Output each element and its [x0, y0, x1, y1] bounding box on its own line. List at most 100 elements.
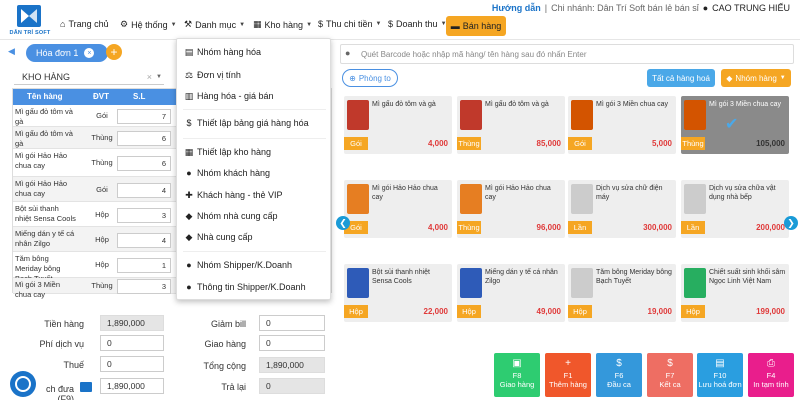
nav-label: Trang chủ [68, 19, 109, 29]
add-bill-button[interactable]: + [106, 44, 122, 60]
chevron-down-icon: ▼ [156, 73, 162, 80]
nav-system[interactable]: ⚙ Hệ thống ▼ [120, 19, 177, 30]
menu-item[interactable]: ● Nhóm Shipper/K.Doanh [177, 255, 332, 275]
product-price: 49,000 [536, 307, 561, 316]
nav-home[interactable]: ⌂ Trang chủ [60, 19, 109, 29]
grid-prev-icon[interactable]: ❮ [336, 216, 350, 230]
menu-item[interactable]: ◆ Nhà cung cấp [177, 227, 332, 247]
func-label: Thêm hàng [549, 380, 587, 389]
subtotal-label: Tiền hàng [44, 319, 84, 329]
cart-icon: ▬ [450, 21, 460, 31]
all-products-button[interactable]: Tất cả hàng hoá [647, 69, 715, 87]
nav-catalog[interactable]: ⚒ Danh mục ▼ [184, 19, 245, 30]
tax-input[interactable]: 0 [100, 356, 164, 372]
bill-discount-label: Giảm bill [210, 319, 246, 329]
product-thumbnail [347, 100, 369, 130]
item-name: Mì gói 3 Miền chua cay [15, 280, 61, 299]
menu-item[interactable]: ▥ Hàng hóa - giá bán [177, 86, 332, 106]
service-fee-input[interactable]: 0 [100, 335, 164, 351]
user-name[interactable]: CAO TRUNG HIẾU [712, 3, 790, 13]
nav-warehouse[interactable]: ▦ Kho hàng ▼ [253, 19, 312, 30]
product-card[interactable]: Bột sủi thanh nhiệt Sensa Cools Hộp 22,000 [344, 264, 452, 322]
tax-label: Thuế [63, 360, 84, 370]
qty-input[interactable]: 4 [117, 233, 171, 248]
qty-input[interactable]: 1 [117, 258, 171, 273]
group-icon: ● [186, 260, 192, 270]
func-key: F8 [512, 371, 522, 380]
unit-badge: Thùng [457, 137, 481, 150]
close-icon[interactable]: × [84, 48, 95, 58]
tab-scroll-left-icon[interactable]: ◀ [8, 46, 20, 60]
menu-item[interactable]: ● Nhóm khách hàng [177, 163, 332, 183]
product-name: Mì gấu đỏ tôm và gà [372, 101, 436, 108]
nav-cashflow[interactable]: $ Thu chi tiền ▼ [318, 19, 382, 29]
users-icon: ● [186, 168, 192, 178]
func-button-f1[interactable]: + F1 Thêm hàng [545, 353, 591, 397]
item-unit: Thùng [91, 281, 113, 290]
product-price: 5,000 [651, 139, 672, 148]
product-price: 96,000 [536, 223, 561, 232]
menu-item[interactable]: ▤ Nhóm hàng hóa [177, 42, 332, 62]
qty-input[interactable]: 3 [117, 208, 171, 223]
product-name: Mì gói 3 Miền chua cay [709, 101, 781, 108]
warehouse-icon: ▦ [184, 146, 194, 157]
sell-button[interactable]: ▬ Bán hàng [446, 16, 506, 36]
user-icon: ● [702, 3, 709, 13]
menu-item[interactable]: ✚ Khách hàng - thẻ VIP [177, 185, 332, 205]
product-group-button[interactable]: ◆ Nhóm hàng ▼ [721, 69, 791, 87]
item-unit: Thùng [91, 133, 113, 142]
nav-revenue[interactable]: $ Doanh thu ▼ [388, 19, 447, 29]
product-card[interactable]: Miếng dán y tế cá nhân Zilgo Hộp 49,000 [457, 264, 565, 322]
product-card[interactable]: Tăm bông Meriday bông Bạch Tuyết Hộp 19,00… [568, 264, 676, 322]
unit-badge: Lần [681, 221, 705, 234]
product-card[interactable]: Dịch vụ sửa chữ điện máy Lần 300,000 [568, 180, 676, 238]
menu-item[interactable]: ⚖ Đơn vị tính [177, 65, 332, 85]
product-card[interactable]: Mì gói 3 Miền chua cay Gói 5,000 [568, 96, 676, 154]
bill-discount-input[interactable]: 0 [259, 315, 325, 331]
guide-link[interactable]: Hướng dẫn [492, 3, 541, 13]
qty-input[interactable]: 3 [117, 279, 171, 294]
func-button-f6[interactable]: $ F6 Đầu ca [596, 353, 642, 397]
menu-item-label: Nhóm nhà cung cấp [197, 211, 278, 221]
qty-input[interactable]: 7 [117, 109, 171, 124]
func-button-f4[interactable]: ⎙ F4 In tạm tính [748, 353, 794, 397]
item-unit: Thùng [91, 158, 113, 167]
func-button-f10[interactable]: ▤ F10 Lưu hoá đơn [697, 353, 743, 397]
product-card[interactable]: Dịch vụ sửa chữa vật dụng nhà bếp Lần 200,… [681, 180, 789, 238]
func-button-f7[interactable]: $ F7 Kết ca [647, 353, 693, 397]
product-card[interactable]: Mì gấu đỏ tôm và gà Thùng 85,000 [457, 96, 565, 154]
product-thumbnail [347, 268, 369, 298]
chat-button[interactable] [10, 371, 36, 397]
qty-input[interactable]: 6 [117, 156, 171, 171]
product-price: 200,000 [756, 223, 785, 232]
menu-item[interactable]: $ Thiết lập bảng giá hàng hóa [177, 113, 332, 133]
menu-item[interactable]: ● Thông tin Shipper/K.Doanh [177, 277, 332, 297]
warehouse-select[interactable]: KHO HÀNG × ▼ [14, 69, 164, 85]
qty-input[interactable]: 6 [117, 131, 171, 146]
paid-input[interactable]: 1,890,000 [100, 378, 164, 394]
grid-next-icon[interactable]: ❯ [784, 216, 798, 230]
menu-item[interactable]: ▦ Thiết lập kho hàng [177, 142, 332, 162]
gear-icon: ⚙ [120, 19, 129, 29]
warehouse-value: KHO HÀNG [22, 71, 71, 82]
barcode-input[interactable]: Quét Barcode hoặc nhập mã hàng/ tên hàng… [361, 50, 587, 59]
product-card[interactable]: Mì gấu đỏ tôm và gà Gói 4,000 [344, 96, 452, 154]
microphone-icon[interactable]: ● [345, 48, 350, 58]
product-card[interactable]: Mì gói Hảo Hảo chua cay Thùng 96,000 [457, 180, 565, 238]
product-name: Tăm bông Meriday bông Bạch Tuyết [596, 269, 672, 285]
delivery-input[interactable]: 0 [259, 335, 325, 351]
func-button-f8[interactable]: ▣ F8 Giao hàng [494, 353, 540, 397]
clear-icon[interactable]: × [147, 72, 152, 82]
item-unit: Gói [96, 185, 108, 194]
product-card[interactable]: Chiết suất sinh khối sâm Ngọc Linh Việt … [681, 264, 789, 322]
menu-item[interactable]: ◆ Nhóm nhà cung cấp [177, 206, 332, 226]
zoom-button[interactable]: ⊕ Phòng to [342, 69, 398, 87]
product-card[interactable]: Mì gói Hảo Hảo chua cay Gói 4,000 [344, 180, 452, 238]
menu-item-label: Nhóm khách hàng [197, 168, 271, 178]
qty-input[interactable]: 4 [117, 183, 171, 198]
separator: | [544, 3, 548, 13]
tab-bill-1[interactable]: Hóa đơn 1 × [26, 44, 108, 62]
barcode-search[interactable]: ● Quét Barcode hoặc nhập mã hàng/ tên hà… [340, 44, 794, 64]
product-card[interactable]: Mì gói 3 Miền chua cay Thùng 105,000 ✔ [681, 96, 789, 154]
logo[interactable]: DÂN TRÍ SOFT [8, 4, 52, 38]
